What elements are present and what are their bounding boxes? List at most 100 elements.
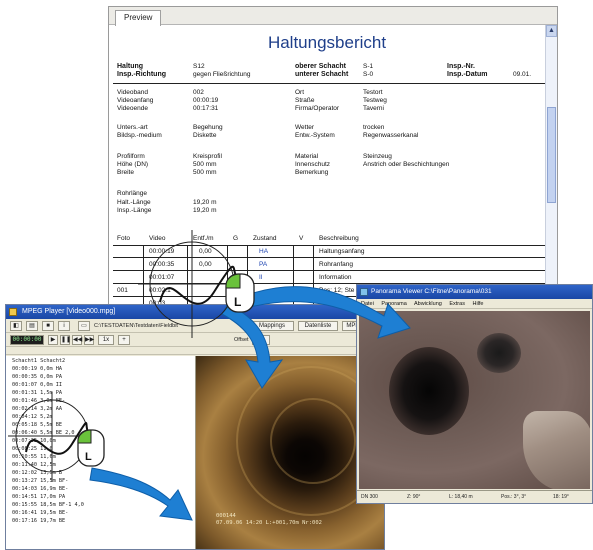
osd-info: 07.09.06 14:20 L:+001,70m Nr:002 [216, 520, 322, 526]
tree-item[interactable]: 00:05:18 5,5m BE [12, 422, 62, 429]
menu-item[interactable]: Datei [361, 301, 374, 307]
pipe-ring [270, 398, 356, 484]
table-cell-zustand[interactable]: II [259, 274, 263, 282]
info-label: Straße [295, 97, 315, 104]
tree-item[interactable]: 00:02:14 3,2m AA [12, 406, 62, 413]
scroll-up-arrow-icon[interactable]: ▲ [546, 25, 557, 37]
tree-item[interactable]: 00:00:19 0,0m HA [12, 366, 62, 373]
pano-titlebar[interactable]: Panorama Viewer C:\Fitne\Panorama\031 [357, 285, 592, 299]
status-z: Z: 90° [407, 494, 421, 500]
pause-icon[interactable]: ❚❚ [60, 335, 71, 345]
mpeg-title: MPEG Player [Video000.mpg] [22, 308, 116, 315]
stop-icon[interactable]: ■ [42, 321, 54, 331]
tree-item[interactable]: 00:06:40 5,5m BE 2,0 [12, 430, 74, 437]
info-label: Bildsp.-medium [117, 132, 162, 139]
pipe-opening [389, 347, 469, 435]
tree-item[interactable]: 00:00:35 0,0m PA [12, 374, 62, 381]
table-cell-zustand[interactable]: PA [259, 261, 267, 269]
menu-item[interactable]: Extras [449, 301, 465, 307]
header-value-oberer-schacht: S-1 [363, 63, 374, 70]
info-value: Testort [363, 89, 383, 96]
tree-item[interactable]: 00:07:35 10,0m [12, 438, 56, 445]
info-value: Begehung [193, 124, 223, 131]
play-icon[interactable]: ▶ [48, 335, 58, 345]
tab-preview[interactable]: Preview [115, 10, 162, 26]
status-angle: 18: 19° [553, 494, 569, 500]
info-value: Testweg [363, 97, 387, 104]
info-label: Videoende [117, 105, 148, 112]
info-value: 002 [193, 89, 204, 96]
tree-item[interactable]: 00:01:07 0,0m II [12, 382, 62, 389]
tree-item[interactable]: 00:04:12 5,2m [12, 414, 53, 421]
info-label: Profilform [117, 153, 145, 160]
table-header-g: G [233, 235, 239, 242]
info-label: Insp.-Länge [117, 207, 152, 214]
table-header-v: V [299, 235, 304, 242]
observation-tree[interactable]: Schacht1 Schacht2 00:00:19 0,0m HA 00:00… [6, 356, 196, 549]
header-label-oberer-schacht: oberer Schacht [295, 63, 346, 70]
info-value: Steinzeug [363, 153, 392, 160]
tree-item[interactable]: 00:14:51 17,0m PA [12, 494, 65, 501]
path-display: C:\TESTDATEN\Testdaten\Fieldbit [94, 323, 178, 329]
table-cell-entf: 0,00 [199, 261, 212, 268]
speed-select[interactable]: 1x [98, 335, 114, 345]
scrollbar-thumb[interactable] [547, 107, 556, 203]
panorama-image[interactable] [359, 311, 590, 489]
tree-item[interactable]: 00:14:03 16,9m BE- [12, 486, 68, 493]
tree-item[interactable]: Schacht1 Schacht2 [12, 358, 65, 365]
info-value: 19,20 m [193, 199, 217, 206]
open-icon[interactable]: ◧ [10, 321, 22, 331]
skip-forward-icon[interactable]: ▶▶ [84, 335, 94, 345]
tree-item[interactable]: 00:16:41 19,5m BE- [12, 510, 68, 517]
table-divider [113, 245, 545, 246]
lateral-opening [477, 333, 521, 373]
root-intrusion [523, 411, 590, 489]
table-cell-video: 00:01:07 [149, 274, 175, 281]
menu-item[interactable]: Hilfe [472, 301, 483, 307]
tree-item[interactable]: 00:01:46 3,0m BE- [12, 398, 65, 405]
tree-item[interactable]: 00:13:27 15,5m BF- [12, 478, 68, 485]
tree-item[interactable]: 00:17:16 19,7m BE [12, 518, 65, 525]
tab-datenliste[interactable]: Datenliste [298, 321, 338, 331]
save-icon[interactable]: ▤ [26, 321, 38, 331]
pano-statusbar: DN 300 Z: 90° L: 18,40 m Pos.: 3°, 3° 18… [357, 490, 592, 503]
player-app-icon [9, 308, 17, 316]
mpeg-titlebar[interactable]: MPEG Player [Video000.mpg] [6, 305, 384, 319]
header-value-insp-datum: 09.01. [513, 71, 532, 78]
tree-item[interactable]: 00:08:25 11,0 [12, 446, 53, 453]
tree-item[interactable]: 00:12:02 13,5m B [12, 470, 62, 477]
info-label: Unters.-art [117, 124, 148, 131]
folder-icon[interactable]: ▭ [78, 321, 90, 331]
offset-field[interactable]: 0 [252, 335, 270, 345]
zoom-icon[interactable]: + [118, 335, 130, 345]
info-icon[interactable]: i [58, 321, 70, 331]
table-cell-beschreibung: Information [319, 274, 352, 281]
tree-item[interactable]: 00:15:55 18,5m BF-1 4,0 [12, 502, 84, 509]
menu-item[interactable]: Panorama [381, 301, 406, 307]
info-label: Wetter [295, 124, 315, 131]
info-label: Breite [117, 169, 134, 176]
tree-item[interactable]: 00:10:55 11,6m [12, 454, 56, 461]
table-cell-beschreibung: Pos: 12; Ste [319, 287, 355, 294]
table-cell-zustand[interactable]: HA [259, 248, 268, 256]
tab-mappings[interactable]: Mappings [250, 321, 294, 331]
table-cell-beschreibung: Rohranfang [319, 261, 353, 268]
menu-item[interactable]: Abwicklung [414, 301, 442, 307]
table-header-beschreibung: Beschreibung [319, 235, 359, 242]
info-label: Höhe (DN) [117, 161, 149, 168]
tree-item[interactable]: 00:01:31 1,5m PA [12, 390, 62, 397]
position-slider[interactable] [6, 347, 384, 355]
skip-back-icon[interactable]: ◀◀ [72, 335, 82, 345]
info-value: 00:17:31 [193, 105, 219, 112]
header-label-haltung: Haltung [117, 63, 144, 70]
pano-title: Panorama Viewer C:\Fitne\Panorama\031 [371, 288, 492, 295]
info-value: Regenwasserkanal [363, 132, 419, 139]
header-value-insp-richtung: gegen Fließrichtung [193, 71, 251, 78]
table-header-foto: Foto [117, 235, 131, 242]
info-value: 500 mm [193, 161, 217, 168]
info-label: Material [295, 153, 319, 160]
report-title: Haltungsbericht [267, 33, 387, 52]
tree-item[interactable]: 00:11:40 12,5m [12, 462, 56, 469]
table-cell-foto: 001 [117, 287, 128, 294]
info-label: Entw.-System [295, 132, 335, 139]
